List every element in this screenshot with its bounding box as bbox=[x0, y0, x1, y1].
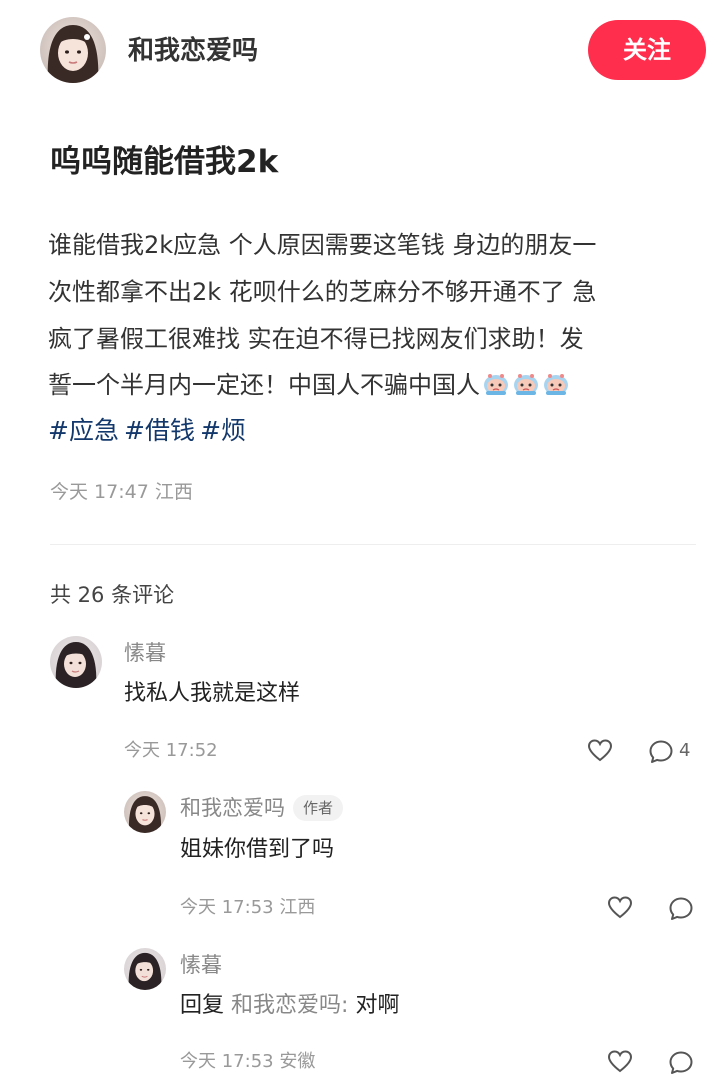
post-body-line: 谁能借我2k应急 个人原因需要这笔钱 身边的朋友一 bbox=[48, 231, 597, 259]
author-avatar[interactable] bbox=[40, 17, 106, 83]
commenter-avatar-small[interactable] bbox=[124, 948, 166, 990]
reply-target-name[interactable]: 和我恋爱吗: bbox=[231, 993, 348, 1018]
reply-text: 对啊 bbox=[355, 993, 400, 1018]
reply-text-row[interactable]: 回复 和我恋爱吗: 对啊 bbox=[180, 990, 399, 1022]
reply-bubble-icon[interactable] bbox=[668, 1050, 694, 1076]
comment-text[interactable]: 找私人我就是这样 bbox=[124, 678, 300, 710]
comment-meta: 今天 17:52 bbox=[124, 740, 218, 761]
reply-author-name-row: 和我恋爱吗 作者 bbox=[180, 793, 344, 823]
post-title: 呜呜随能借我2k bbox=[50, 144, 279, 180]
commenter-avatar[interactable] bbox=[50, 636, 102, 688]
reply-bubble-icon[interactable] bbox=[668, 896, 694, 922]
tag-link[interactable]: #借钱 bbox=[124, 416, 195, 445]
reply-bubble-icon[interactable] bbox=[648, 739, 674, 765]
reply-prefix: 回复 bbox=[180, 993, 225, 1018]
author-avatar-small[interactable] bbox=[124, 791, 166, 833]
crying-emoji-icon bbox=[482, 371, 510, 397]
post-body-line-with-emoji: 誓一个半月内一定还！中国人不骗中国人 bbox=[48, 367, 570, 403]
divider bbox=[50, 544, 696, 545]
tag-link[interactable]: #应急 bbox=[48, 416, 119, 445]
post-body-text: 誓一个半月内一定还！中国人不骗中国人 bbox=[48, 371, 480, 399]
post-body-line: 疯了暑假工很难找 实在迫不得已找网友们求助！发 bbox=[48, 325, 584, 353]
reply-author-name[interactable]: 和我恋爱吗 bbox=[180, 796, 285, 820]
author-badge: 作者 bbox=[293, 795, 344, 821]
post-body-line: 次性都拿不出2k 花呗什么的芝麻分不够开通不了 急 bbox=[48, 278, 597, 306]
reply-commenter-name[interactable]: 愫暮 bbox=[180, 950, 222, 980]
tag-link[interactable]: #烦 bbox=[200, 416, 246, 445]
post-meta: 今天 17:47 江西 bbox=[50, 481, 193, 503]
crying-emoji-icon bbox=[542, 371, 570, 397]
reply-meta: 今天 17:53 江西 bbox=[180, 897, 316, 918]
crying-emoji-icon bbox=[512, 371, 540, 397]
follow-button[interactable]: 关注 bbox=[588, 20, 706, 80]
reply-count: 4 bbox=[679, 740, 691, 761]
like-heart-icon[interactable] bbox=[607, 1050, 633, 1074]
post-tags: #应急 #借钱 #烦 bbox=[48, 413, 246, 449]
comment-count: 共 26 条评论 bbox=[50, 583, 175, 607]
commenter-name[interactable]: 愫暮 bbox=[124, 638, 166, 668]
author-name[interactable]: 和我恋爱吗 bbox=[128, 34, 258, 68]
reply-text[interactable]: 姐妹你借到了吗 bbox=[180, 834, 334, 866]
like-heart-icon[interactable] bbox=[587, 739, 613, 763]
like-heart-icon[interactable] bbox=[607, 896, 633, 920]
reply-meta: 今天 17:53 安徽 bbox=[180, 1051, 316, 1072]
